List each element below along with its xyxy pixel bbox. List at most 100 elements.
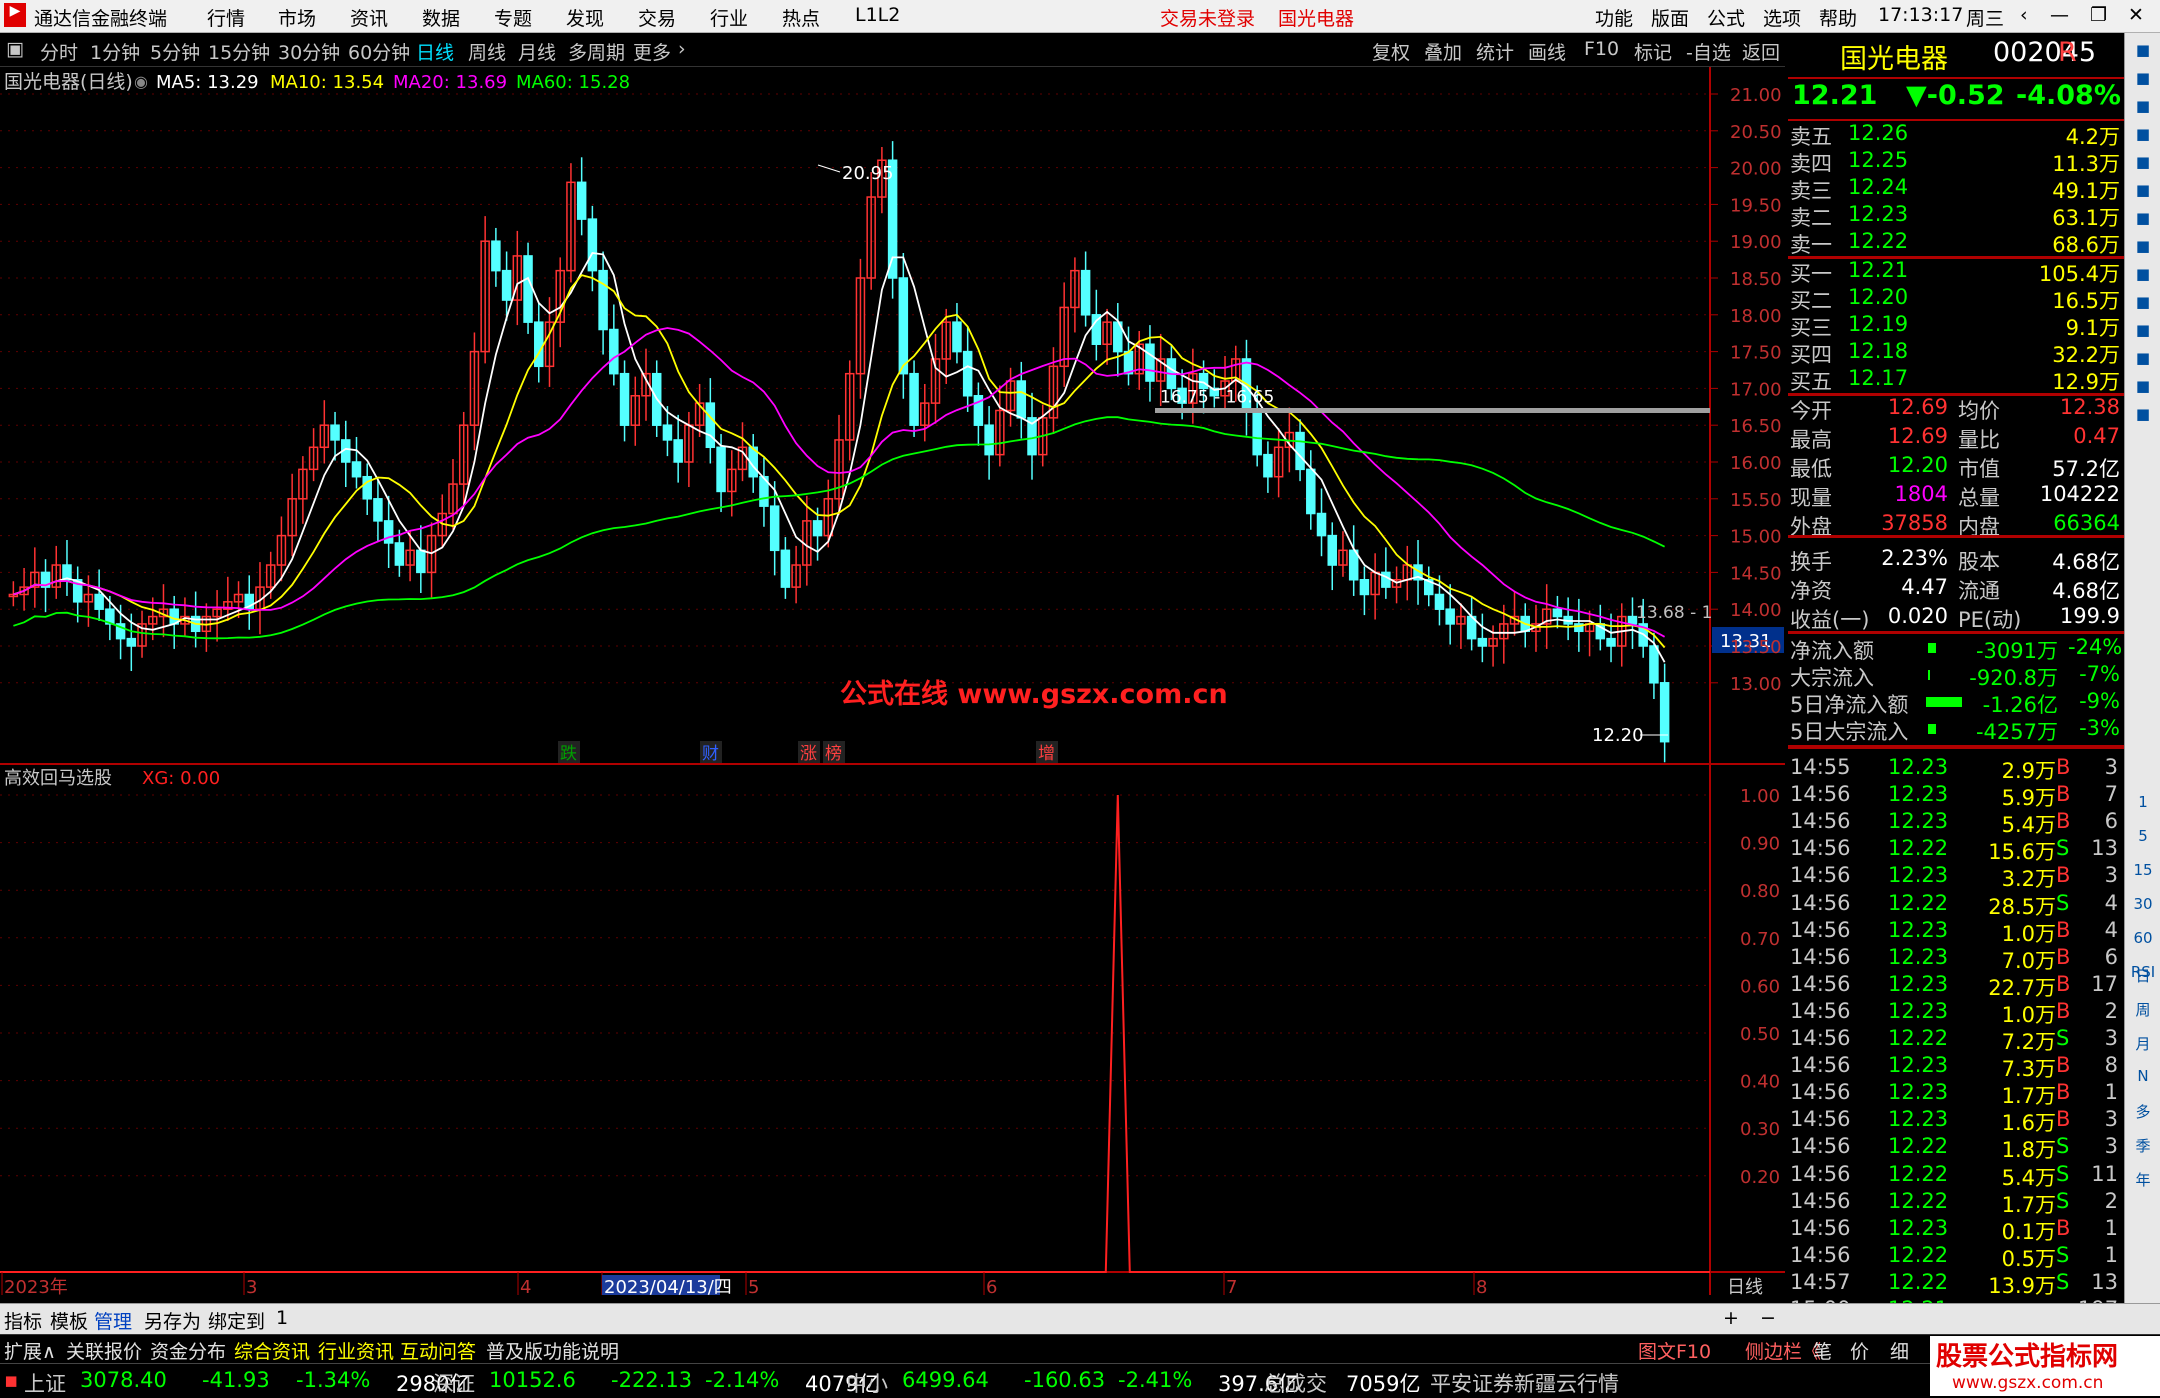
tick-row[interactable]: 14:56 12.23 1.6万 B 3 [1788,1107,2124,1135]
tick-row[interactable]: 14:55 12.23 2.9万 B 3 [1788,755,2124,783]
candle-down[interactable] [1649,645,1659,684]
tab-template[interactable]: 模板 [50,1307,88,1334]
candle-down[interactable] [351,461,362,478]
candle-down[interactable] [383,520,394,544]
candle-down[interactable] [1659,682,1670,743]
event-tag[interactable]: 涨 [800,744,817,764]
candle-down[interactable] [534,321,544,368]
menu-item[interactable]: 行业 [710,4,748,31]
side-period-4[interactable]: 多 [2129,1101,2157,1122]
tool-button[interactable]: -自选 [1686,38,1731,65]
bid-row[interactable]: 买五 12.17 12.9万 [1788,366,2124,394]
candle-down[interactable] [394,542,405,566]
ask-row[interactable]: 卖三 12.24 49.1万 [1788,175,2124,203]
event-tag[interactable]: 榜 [825,744,842,764]
ask-row[interactable]: 卖一 12.22 68.6万 [1788,229,2124,257]
menu-item-right[interactable]: 功能 [1595,4,1633,31]
taskbar-right-item[interactable]: 图文F10 [1638,1337,1711,1364]
menu-item[interactable]: 交易 [638,4,676,31]
candle-down[interactable] [1381,571,1391,588]
candle-down[interactable] [780,549,791,588]
ma-toggle-icon[interactable]: ◉ [134,72,148,91]
candle-down[interactable] [898,277,909,375]
candle-down[interactable] [1263,453,1273,478]
candle-down[interactable] [1145,343,1155,382]
candle-down[interactable] [952,321,962,353]
menu-item[interactable]: 数据 [422,4,460,31]
menu-item[interactable]: 市场 [278,4,316,31]
up-icon[interactable]: ■ [2129,69,2157,87]
candle-icon[interactable]: ■ [2129,209,2157,227]
down-icon[interactable]: ■ [2129,97,2157,115]
tool-button[interactable]: 画线 [1528,38,1566,65]
period-tab[interactable]: 15分钟 [208,38,270,65]
chart-icon[interactable]: ■ [2129,181,2157,199]
tab-manage[interactable]: 管理 [94,1307,132,1334]
candle-down[interactable] [909,372,919,426]
candle-down[interactable] [1080,269,1091,316]
period-tab[interactable]: 月线 [518,38,556,65]
period-tab[interactable]: 5分钟 [150,38,200,65]
menu-item[interactable]: 发现 [566,4,604,31]
taskbar-right-item[interactable]: 侧边栏《 [1745,1337,1821,1364]
candle-down[interactable] [501,269,512,301]
tick-row[interactable]: 14:56 12.23 7.3万 B 8 [1788,1053,2124,1081]
side-period-12[interactable]: RSI [2129,963,2157,981]
candle-down[interactable] [619,372,630,426]
flow-row[interactable]: 大宗流入 -920.8万 -7% [1788,662,2124,690]
candle-down[interactable] [576,181,587,220]
side-period-2[interactable]: 月 [2129,1033,2157,1054]
candle-down[interactable] [1552,608,1563,618]
event-tag[interactable]: 财 [702,744,719,764]
fund-icon[interactable]: ■ [2129,265,2157,283]
candle-down[interactable] [1606,637,1616,647]
tick-row[interactable]: 14:56 12.23 22.7万 B 17 [1788,972,2124,1000]
tick-row[interactable]: 14:56 12.22 7.2万 S 3 [1788,1026,2124,1054]
taskbar-item[interactable]: 综合资讯 [234,1337,310,1364]
candle-down[interactable] [1316,512,1327,537]
tab-save-as[interactable]: 另存为 [144,1307,201,1334]
stat-row[interactable]: 现量 1804 总量 104222 [1788,482,2124,510]
doc-icon[interactable]: ■ [2129,349,2157,367]
restore-icon[interactable]: ❐ [2090,4,2107,26]
menu-item-right[interactable]: 公式 [1707,4,1745,31]
candle-down[interactable] [705,402,716,449]
event-tag[interactable]: 增 [1038,744,1055,764]
list-icon[interactable]: ■ [2129,125,2157,143]
tick-row[interactable]: 14:56 12.23 0.1万 B 1 [1788,1216,2124,1244]
login-status[interactable]: 交易未登录 [1160,4,1255,31]
tool-button[interactable]: F10 [1584,38,1619,60]
candle-down[interactable] [1016,380,1027,419]
period-tab[interactable]: 分时 [40,38,78,65]
tick-row[interactable]: 14:56 12.23 1.7万 B 1 [1788,1080,2124,1108]
side-period-11[interactable]: 60 [2129,929,2157,947]
taskbar-item[interactable]: 普及版功能说明 [486,1337,619,1364]
zoom-out-icon[interactable]: − [1760,1307,1776,1329]
candle-down[interactable] [1327,534,1337,566]
percent-icon[interactable]: ■ [2129,405,2157,423]
candle-down[interactable] [1295,431,1305,471]
tick-row[interactable]: 14:56 12.22 1.7万 S 2 [1788,1189,2124,1217]
ask-row[interactable]: 卖五 12.26 4.2万 [1788,121,2124,149]
tool-button[interactable]: 统计 [1476,38,1514,65]
collapse-icon[interactable]: ■ [2129,41,2157,59]
candle-down[interactable] [673,439,683,463]
side-period-10[interactable]: 30 [2129,895,2157,913]
minimize-icon[interactable]: — [2050,4,2069,26]
menu-item[interactable]: 行情 [207,4,245,31]
tick-row[interactable]: 14:56 12.22 5.4万 S 11 [1788,1162,2124,1190]
tick-row[interactable]: 14:56 12.22 0.5万 S 1 [1788,1243,2124,1271]
candle-down[interactable] [1123,350,1134,375]
tick-row[interactable]: 14:56 12.23 5.4万 B 6 [1788,809,2124,837]
grid-icon[interactable]: ■ [2129,153,2157,171]
tick-row[interactable]: 14:56 12.23 3.2万 B 3 [1788,863,2124,891]
tab-indicator[interactable]: 指标 [4,1307,42,1334]
candle-down[interactable] [587,218,598,272]
tool-button[interactable]: 叠加 [1424,38,1462,65]
side-period-5[interactable]: 季 [2129,1135,2157,1156]
period-tab[interactable]: 周线 [468,38,506,65]
candle-down[interactable] [1445,608,1455,625]
side-period-7[interactable]: 1 [2129,793,2157,811]
menu-item-right[interactable]: 帮助 [1819,4,1857,31]
taskbar-item[interactable]: 关联报价 [66,1337,142,1364]
